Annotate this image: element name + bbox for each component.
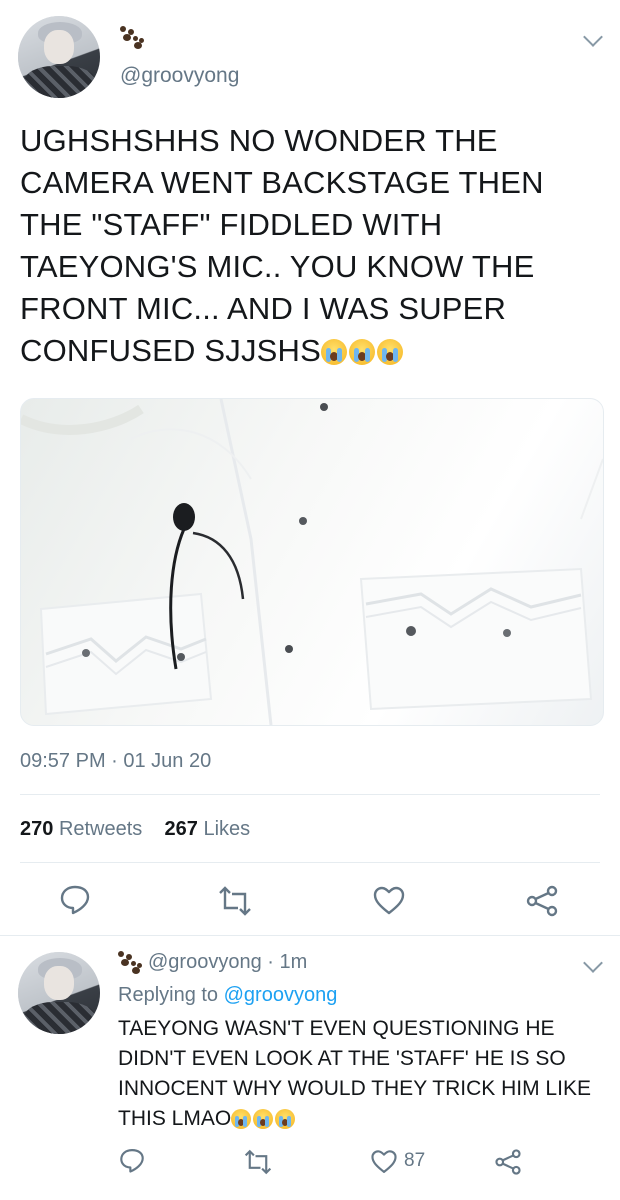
reply-icon[interactable] <box>118 1146 146 1174</box>
shirt-closeup-image <box>21 399 603 725</box>
like-icon[interactable] <box>372 884 406 918</box>
share-icon[interactable] <box>494 1148 522 1176</box>
tweet-text: UGHSHSHHS NO WONDER THE CAMERA WENT BACK… <box>20 120 600 372</box>
replying-to: Replying to @groovyong <box>118 984 337 1007</box>
reply-icon[interactable] <box>58 882 92 916</box>
reply-avatar[interactable] <box>18 952 100 1034</box>
tweet-timestamp[interactable]: 09:57 PM · 01 Jun 20 <box>20 750 211 773</box>
divider <box>20 794 600 795</box>
paw-prints-icon <box>120 26 146 50</box>
loudly-crying-face-icon <box>275 1109 296 1129</box>
loudly-crying-face-icon <box>231 1109 252 1129</box>
loudly-crying-face-icon <box>320 339 347 365</box>
like-icon[interactable] <box>370 1148 398 1176</box>
avatar[interactable] <box>18 16 100 98</box>
divider <box>20 862 600 863</box>
tweet-stats: 270 Retweets 267 Likes <box>20 818 250 841</box>
main-tweet: @groovyong UGHSHSHHS NO WONDER THE CAMER… <box>0 0 620 935</box>
retweet-icon[interactable] <box>218 884 252 918</box>
author-handle[interactable]: @groovyong <box>120 64 239 88</box>
reply-time: · 1m <box>267 951 308 973</box>
replying-to-label: Replying to <box>118 984 219 1006</box>
retweet-count[interactable]: 270 Retweets <box>20 818 142 840</box>
like-count[interactable]: 267 Likes <box>165 818 251 840</box>
loudly-crying-face-icon <box>348 339 375 365</box>
reply-text-content: TAEYONG WASN'T EVEN QUESTIONING HE DIDN'… <box>118 1017 591 1130</box>
tweet-photo[interactable] <box>20 398 604 726</box>
tweet-text-content: UGHSHSHHS NO WONDER THE CAMERA WENT BACK… <box>20 123 544 368</box>
reply-header: @groovyong · 1m <box>148 951 307 974</box>
reply-handle[interactable]: @groovyong <box>148 951 262 973</box>
reply-like-count: 87 <box>404 1150 426 1171</box>
chevron-down-icon[interactable] <box>583 27 603 47</box>
paw-prints-icon <box>118 951 144 975</box>
replying-to-link[interactable]: @groovyong <box>224 984 338 1006</box>
loudly-crying-face-icon <box>376 339 403 365</box>
loudly-crying-face-icon <box>253 1109 274 1129</box>
retweet-icon[interactable] <box>244 1148 272 1176</box>
reply-text: TAEYONG WASN'T EVEN QUESTIONING HE DIDN'… <box>118 1014 598 1134</box>
share-icon[interactable] <box>525 884 559 918</box>
